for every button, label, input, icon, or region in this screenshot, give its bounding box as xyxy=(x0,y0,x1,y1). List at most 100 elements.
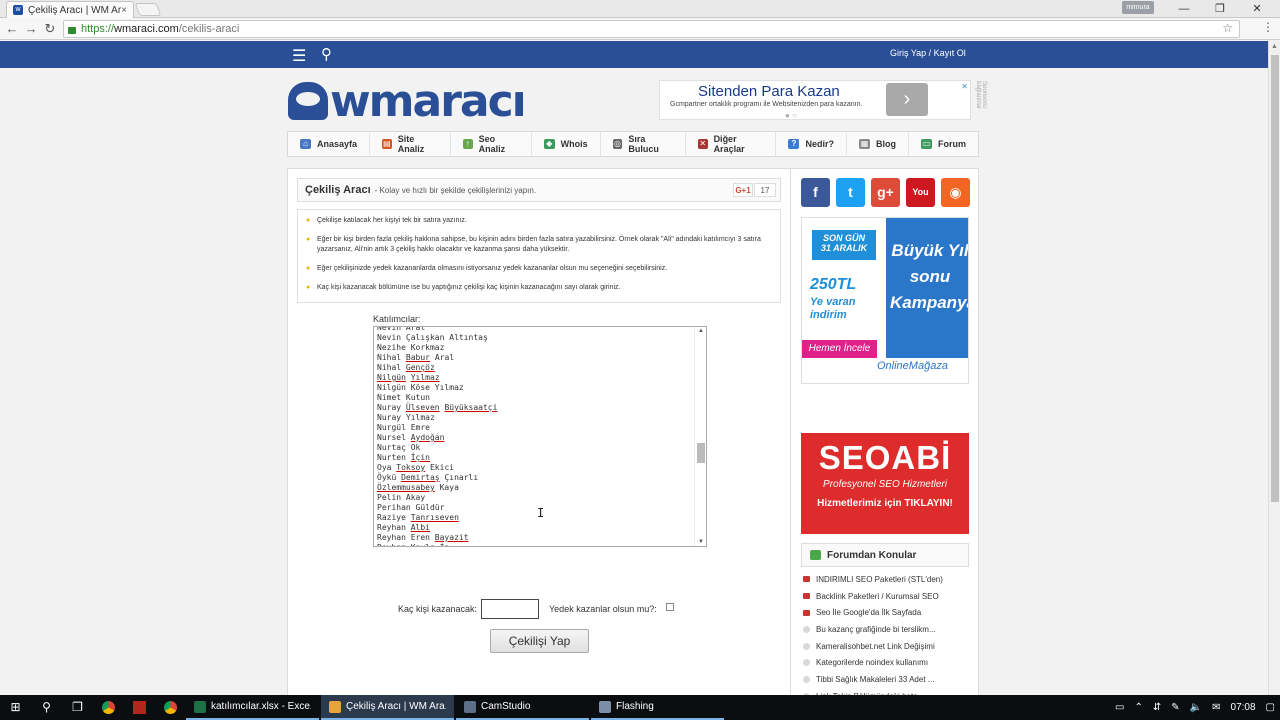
tray-icon[interactable]: ⇵ xyxy=(1153,702,1161,713)
taskbar-app[interactable]: Çekiliş Aracı | WM Ara... xyxy=(321,695,454,720)
forum-icon xyxy=(810,550,821,560)
spellcheck-word: Demirtaş xyxy=(401,473,440,482)
notification-icon[interactable]: ▢ xyxy=(1266,702,1275,713)
page-scrollbar[interactable]: ▲ xyxy=(1268,41,1280,695)
clock[interactable]: 07:08 xyxy=(1231,702,1256,713)
forum-topic-item[interactable]: Bu kazanç grafiğinde bi terslikm... xyxy=(803,621,971,638)
page-scroll-up-icon[interactable]: ▲ xyxy=(1271,43,1278,50)
spellcheck-word: Albi xyxy=(410,523,430,532)
web-page: ☰ ⚲ Giriş Yap / Kayıt Ol wmaracı Sitende… xyxy=(0,41,1268,695)
tab-close-icon[interactable]: × xyxy=(121,5,127,16)
login-link[interactable]: Giriş Yap / Kayıt Ol xyxy=(890,48,966,58)
browser-menu-icon[interactable]: ⋮ xyxy=(1262,20,1274,34)
banner-inspect-button[interactable]: Hemen İncele xyxy=(802,340,877,358)
forum-topic-item[interactable]: INDIRIMLI SEO Paketleri (STL'den) xyxy=(803,571,971,588)
nav-item-anasayfa[interactable]: ⌂ Anasayfa xyxy=(288,131,371,157)
search-icon[interactable]: ⚲ xyxy=(321,45,332,63)
task-view-icon[interactable]: ❐ xyxy=(62,695,93,720)
textarea-scroll-thumb[interactable] xyxy=(697,443,705,463)
page-scroll-thumb[interactable] xyxy=(1271,55,1279,502)
nav-icon: ⌂ xyxy=(300,139,311,149)
scroll-up-icon[interactable]: ▲ xyxy=(698,328,704,334)
gplus-button[interactable]: G+1 xyxy=(733,183,753,197)
forward-button[interactable]: → xyxy=(22,20,40,38)
taskbar-app[interactable]: CamStudio xyxy=(456,695,589,720)
participants-text: Nevin Aral Nevin Çalışkan Altıntaş Nezihe … xyxy=(377,327,498,546)
filezilla-pinned-icon[interactable] xyxy=(124,695,155,720)
forum-topic-item[interactable]: Seo İle Google'da İlk Sayfada xyxy=(803,604,971,621)
bookmark-star-icon[interactable]: ☆ xyxy=(1222,21,1233,35)
profile-badge[interactable]: mimura xyxy=(1122,1,1154,14)
textarea-scrollbar[interactable]: ▲ ▼ xyxy=(694,327,706,546)
new-tab-button[interactable] xyxy=(134,3,162,16)
nav-item-forum[interactable]: ▭ Forum xyxy=(909,131,978,157)
spellcheck-word: Büyüksaatçi xyxy=(444,403,498,412)
raffle-options-row: Kaç kişi kazanacak: Yedek kazanlar olsun… xyxy=(398,599,698,621)
start-button[interactable]: ⊞ xyxy=(0,695,31,720)
googleplus-icon[interactable]: g+ xyxy=(871,178,900,207)
tray-icon[interactable]: 🔈 xyxy=(1190,702,1202,713)
participant-line: Perihan Güldür xyxy=(377,503,445,512)
site-logo[interactable]: wmaracı xyxy=(288,76,527,127)
ad-subtext: Gcmpartner ortaklık programı ile Website… xyxy=(670,101,863,108)
ad-close-icon[interactable]: ✕ xyxy=(961,82,968,91)
tray-icon[interactable]: ⌃ xyxy=(1135,702,1143,713)
participant-line: Nezihe Korkmaz xyxy=(377,343,445,352)
flag-icon xyxy=(803,609,810,616)
banner-ye-varan: Ye varan xyxy=(810,296,856,308)
nav-icon: ✕ xyxy=(697,139,708,149)
tray-icon[interactable]: ✉ xyxy=(1212,702,1220,713)
topic-icon xyxy=(803,625,810,633)
nav-item-whois[interactable]: ◆ Whois xyxy=(532,131,601,157)
chrome-pinned-icon[interactable] xyxy=(93,695,124,720)
nav-label: Whois xyxy=(560,139,588,149)
chrome-pinned-icon-2[interactable] xyxy=(155,695,186,720)
reload-button[interactable]: ↻ xyxy=(41,20,59,38)
instruction-text: Çekilişe katılacak her kişiyi tek bir sa… xyxy=(317,217,467,224)
ad-arrow-button[interactable]: › xyxy=(886,83,928,116)
rss-icon[interactable]: ◉ xyxy=(941,178,970,207)
minimize-button[interactable]: — xyxy=(1165,0,1203,18)
ad-banner[interactable]: Sitenden Para Kazan Gcmpartner ortaklık … xyxy=(659,80,987,120)
nav-item-blog[interactable]: ▦ Blog xyxy=(847,131,909,157)
draw-button[interactable]: Çekilişi Yap xyxy=(490,629,589,653)
nav-item-seo-analiz[interactable]: ↑ Seo Analiz xyxy=(451,131,532,157)
close-window-button[interactable]: ✕ xyxy=(1238,0,1276,18)
twitter-icon[interactable]: t xyxy=(836,178,865,207)
nav-item-diğer-araçlar[interactable]: ✕ Diğer Araçlar xyxy=(686,131,777,157)
forum-topic-item[interactable]: Tibbi Sağlık Makaleleri 33 Adet ... xyxy=(803,671,971,688)
forum-topic-item[interactable]: Kategorilerde noindex kullanımı xyxy=(803,654,971,671)
backup-winners-checkbox[interactable] xyxy=(666,603,674,611)
forum-topic-item[interactable]: Link Takip Bölümündeki hata xyxy=(803,688,971,695)
forum-topic-item[interactable]: Kameralisohbet.net Link Değişimi xyxy=(803,638,971,655)
spellcheck-word: Gençöz xyxy=(405,363,435,372)
forum-topic-item[interactable]: Backlink Paketleri / Kurumsal SEO xyxy=(803,588,971,605)
tray-icon[interactable]: ▭ xyxy=(1115,702,1124,713)
windows-taskbar: ⊞ ⚲ ❐ katılımcılar.xlsx - Exce... Çekiliş… xyxy=(0,695,1280,720)
spellcheck-word: İçin xyxy=(410,453,430,462)
facebook-icon[interactable]: f xyxy=(801,178,830,207)
nav-item-nedir-[interactable]: ? Nedir? xyxy=(776,131,847,157)
back-button[interactable]: ← xyxy=(3,20,21,38)
scroll-down-icon[interactable]: ▼ xyxy=(698,539,704,545)
lightbulb-icon: ● xyxy=(306,236,311,243)
participant-line: Nihal Gençöz xyxy=(377,363,435,372)
browser-tab[interactable]: w Çekiliş Aracı | WM Ar... × xyxy=(6,1,134,18)
nav-item-site-analiz[interactable]: ▤ Site Analiz xyxy=(370,131,451,157)
menu-icon[interactable]: ☰ xyxy=(292,46,306,66)
winners-count-input[interactable] xyxy=(481,599,539,619)
tray-icon[interactable]: ✎ xyxy=(1171,702,1179,713)
taskbar-app[interactable]: katılımcılar.xlsx - Exce... xyxy=(186,695,319,720)
address-bar[interactable]: https://wmaraci.com/cekilis-araci ☆ xyxy=(63,20,1240,38)
taskbar-app[interactable]: Flashing xyxy=(591,695,724,720)
maximize-button[interactable]: ❐ xyxy=(1201,0,1239,18)
browser-tab-strip: w Çekiliş Aracı | WM Ar... × mimura — ❐ … xyxy=(0,0,1280,18)
taskbar-search-icon[interactable]: ⚲ xyxy=(31,695,62,720)
promo-banner-onlinemagaza[interactable]: SON GÜN 31 ARALIK 250TL Ye varan indirim… xyxy=(801,217,969,384)
spellcheck-word: Yılmaz xyxy=(410,373,440,382)
youtube-icon[interactable]: You xyxy=(906,178,935,207)
participant-line: Nihal Babur Aral xyxy=(377,353,455,362)
promo-banner-seoabi[interactable]: SEOABİ Profesyonel SEO Hizmetleri Hizmet… xyxy=(801,433,969,534)
nav-item-sıra-bulucu[interactable]: ◎ Sıra Bulucu xyxy=(601,131,686,157)
lightbulb-icon: ● xyxy=(306,265,311,272)
